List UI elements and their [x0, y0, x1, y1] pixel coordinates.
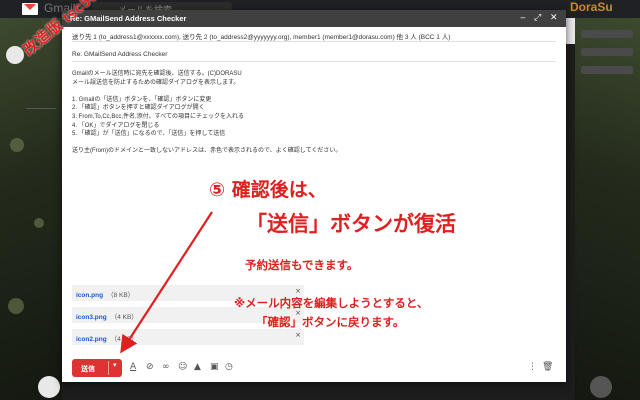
compose-toolbar: 送信 ▾ A ⊘ ∞ ☺ ▲ ▣ ◷ ⋮ 🗑 — [62, 353, 566, 382]
attachment-name[interactable]: icon2.png — [76, 336, 107, 343]
send-button[interactable]: 送信 ▾ — [72, 359, 122, 377]
gmail-logo-icon — [22, 3, 38, 15]
more-options-icon[interactable]: ⋮ — [528, 362, 537, 372]
body-line — [72, 85, 512, 94]
annotation-subtext: 予約送信もできます。 — [245, 258, 359, 272]
subject-field[interactable]: Re: GMailSend Address Checker — [72, 48, 556, 62]
emoji-icon[interactable]: ☺ — [178, 362, 187, 372]
minimize-icon[interactable]: ‒ — [520, 13, 526, 23]
attach-icon[interactable]: ⊘ — [146, 362, 154, 372]
schedule-icon[interactable]: ◷ — [225, 362, 233, 372]
divider — [108, 361, 109, 375]
attachment-name[interactable]: icon.png — [76, 292, 103, 299]
body-line: Gmailのメール送信時に宛先を確認後、送信する。(C)DORASU — [72, 71, 242, 77]
brand-logo: DoraSu — [570, 0, 613, 14]
attachment-size: （4 KB） — [110, 314, 138, 321]
drive-icon[interactable]: ▲ — [194, 362, 201, 372]
compose-title-bar: Re: GMailSend Address Checker ‒ ⤢ ✕ — [62, 10, 566, 27]
remove-attachment-icon[interactable]: × — [295, 331, 301, 339]
attachment-size: （8 KB） — [107, 292, 135, 299]
message-body[interactable]: Gmailのメール送信時に宛先を確認後、送信する。(C)DORASU メール誤送… — [72, 68, 512, 154]
compose-title: Re: GMailSend Address Checker — [70, 14, 187, 23]
foliage-decoration — [10, 138, 24, 152]
foliage-decoration — [8, 298, 24, 314]
body-line: 5. 「確認」が「送信」になるので、「送信」を押して送信 — [72, 131, 226, 137]
body-line: 1. Gmailの「送信」ボタンを、「確認」ボタンに変更 — [72, 96, 212, 103]
divider — [26, 108, 56, 109]
body-line: 2. 「確認」ボタンを押すと確認ダイアログが開く — [72, 105, 205, 111]
send-label: 送信 — [81, 366, 95, 373]
left-panel — [0, 18, 62, 400]
add-icon[interactable] — [38, 376, 60, 398]
avatar[interactable] — [590, 376, 612, 398]
subject-text: Re: GMailSend Address Checker — [72, 51, 168, 58]
link-icon[interactable]: ∞ — [162, 362, 170, 372]
annotation-heading-line2: 「送信」ボタンが復活 — [246, 212, 456, 236]
attachment-name[interactable]: icon3.png — [76, 314, 107, 321]
image-icon[interactable]: ▣ — [210, 362, 219, 372]
chevron-down-icon[interactable]: ▾ — [113, 361, 117, 369]
annotation-heading-line1: ⑤ 確認後は、 — [209, 179, 327, 201]
attachment-chip[interactable]: icon2.png （4 KB） × — [72, 329, 304, 345]
inbox-row[interactable] — [581, 48, 633, 56]
foliage-decoration — [34, 218, 44, 228]
body-line: 送り主(From)のドメインと一致しないアドレスは、赤色で表示されるので、よく確… — [72, 148, 342, 154]
annotation-note-line2: 「確認」ボタンに戻ります。 — [256, 315, 405, 329]
body-line: メール誤送信を防止するための確認ダイアログを表示します。 — [72, 79, 240, 86]
body-line: 3. From,To,Cc,Bcc,件名,添付、すべての項目にチェックを入れる — [72, 113, 245, 120]
expand-icon[interactable]: ⤢ — [534, 13, 541, 23]
format-text-icon[interactable]: A — [130, 362, 136, 372]
body-line — [72, 137, 512, 146]
recipients-field[interactable]: 送り先 1 (to_address1@xxxxxx.com), 送り先 2 (t… — [72, 28, 556, 42]
inbox-row[interactable] — [581, 30, 633, 38]
trash-icon[interactable]: 🗑 — [542, 362, 553, 372]
annotation-note-line1: ※メール内容を編集しようとすると、 — [234, 296, 429, 310]
remove-attachment-icon[interactable]: × — [295, 287, 301, 295]
inbox-row[interactable] — [581, 66, 633, 74]
close-icon[interactable]: ✕ — [550, 13, 558, 23]
attachment-size: （4 KB） — [110, 336, 138, 343]
recipients-text: 送り先 1 (to_address1@xxxxxx.com), 送り先 2 (t… — [72, 34, 451, 41]
body-line: 4. 「OK」でダイアログを閉じる — [72, 122, 160, 129]
right-panel — [575, 18, 640, 400]
